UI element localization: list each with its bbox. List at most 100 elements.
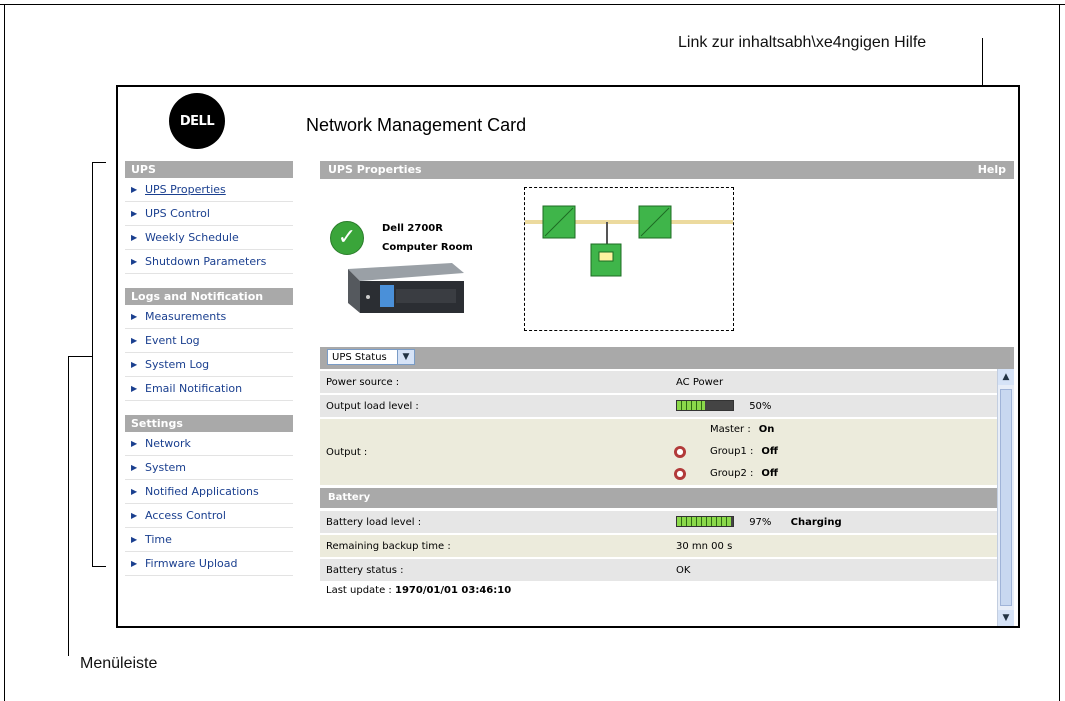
table-row: Output : Master : On ● Group1 : Off ● Grou… <box>320 417 998 486</box>
sidebar-item-label: Access Control <box>145 509 226 522</box>
status-view-select[interactable]: UPS Status ▼ <box>327 349 415 365</box>
triangle-right-icon: ▶ <box>131 535 138 544</box>
triangle-right-icon: ▶ <box>131 257 138 266</box>
sidebar-item-label: UPS Properties <box>145 183 226 196</box>
menu-bracket-vertical <box>92 162 93 567</box>
sidebar-item-measurements[interactable]: ▶ Measurements <box>125 305 293 329</box>
table-row: Remaining backup time : 30 mn 00 s <box>320 533 998 558</box>
sidebar-item-firmware-upload[interactable]: ▶ Firmware Upload <box>125 552 293 576</box>
battery-load-percent: 97% <box>749 516 772 528</box>
row-label: Output load level : <box>320 393 670 418</box>
table-row: Battery status : OK <box>320 557 998 581</box>
frame-top-line <box>0 4 1065 5</box>
scroll-down-icon[interactable]: ▼ <box>998 610 1014 626</box>
sidebar-item-event-log[interactable]: ▶ Event Log <box>125 329 293 353</box>
row-label: Power source : <box>320 369 670 394</box>
triangle-right-icon: ▶ <box>131 185 138 194</box>
triangle-right-icon: ▶ <box>131 233 138 242</box>
row-value: 97% Charging <box>670 509 998 534</box>
row-value: 50% <box>670 393 998 418</box>
sidebar-item-ups-control[interactable]: ▶ UPS Control <box>125 202 293 226</box>
help-link[interactable]: Help <box>978 161 1006 179</box>
sidebar-item-label: Measurements <box>145 310 227 323</box>
sidebar-item-label: Shutdown Parameters <box>145 255 267 268</box>
scrollbar-thumb[interactable] <box>1000 389 1012 606</box>
sidebar-item-ups-properties[interactable]: ▶ UPS Properties <box>125 178 293 202</box>
status-table: Power source : AC Power Output load leve… <box>320 369 998 581</box>
row-label: Battery status : <box>320 557 670 581</box>
triangle-right-icon: ▶ <box>131 487 138 496</box>
app-window: DELL Network Management Card UPS ▶ UPS Pr… <box>116 85 1020 628</box>
output-state: Off <box>761 468 778 479</box>
sidebar-section-settings: Settings <box>125 415 293 432</box>
output-name: Master : <box>710 424 751 435</box>
sidebar-item-label: Network <box>145 437 191 450</box>
properties-title: UPS Properties <box>328 163 422 176</box>
row-label: Battery load level : <box>320 509 670 534</box>
status-ok-check-icon: ✓ <box>330 221 364 255</box>
row-value: 30 mn 00 s <box>670 533 998 558</box>
triangle-right-icon: ▶ <box>131 336 138 345</box>
battery-load-meter <box>676 516 734 528</box>
menu-bracket-top <box>92 162 106 163</box>
last-update: Last update : 1970/01/01 03:46:10 <box>320 581 1014 601</box>
sidebar-item-system[interactable]: ▶ System <box>125 456 293 480</box>
triangle-right-icon: ▶ <box>131 209 138 218</box>
last-update-label: Last update : <box>326 585 392 596</box>
row-value: Master : On ● Group1 : Off ● Group2 : Off <box>670 417 998 486</box>
status-toolbar: UPS Status ▼ <box>320 347 1014 369</box>
sidebar-item-weekly-schedule[interactable]: ▶ Weekly Schedule <box>125 226 293 250</box>
sidebar-item-label: System Log <box>145 358 210 371</box>
frame-left-line <box>4 4 5 701</box>
ups-device-image <box>348 263 464 313</box>
output-name: Group1 : <box>710 446 754 457</box>
sidebar-item-notified-applications[interactable]: ▶ Notified Applications <box>125 480 293 504</box>
last-update-value: 1970/01/01 03:46:10 <box>394 585 512 596</box>
triangle-right-icon: ▶ <box>131 439 138 448</box>
triangle-right-icon: ▶ <box>131 312 138 321</box>
sidebar-item-system-log[interactable]: ▶ System Log <box>125 353 293 377</box>
sidebar-section-logs: Logs and Notification <box>125 288 293 305</box>
status-view-value: UPS Status <box>332 352 387 363</box>
sidebar-item-label: Firmware Upload <box>145 557 238 570</box>
sidebar-section-ups: UPS <box>125 161 293 178</box>
sidebar-item-email-notification[interactable]: ▶ Email Notification <box>125 377 293 401</box>
ups-properties-panel: ✓ Dell 2700R Computer Room <box>320 179 1014 347</box>
menu-callout-horizontal <box>68 356 92 357</box>
output-state: Off <box>761 446 778 457</box>
sidebar-item-label: Weekly Schedule <box>145 231 239 244</box>
battery-charging-status: Charging <box>790 516 842 528</box>
ups-identity: Dell 2700R Computer Room <box>382 219 473 257</box>
table-row: Battery load level : 97% Charging <box>320 509 998 534</box>
row-label: Output : <box>320 417 670 486</box>
sidebar-item-time[interactable]: ▶ Time <box>125 528 293 552</box>
sidebar-item-label: Notified Applications <box>145 485 259 498</box>
output-load-meter <box>676 400 734 412</box>
row-value: AC Power <box>670 369 998 394</box>
sidebar-item-shutdown-parameters[interactable]: ▶ Shutdown Parameters <box>125 250 293 274</box>
page-title: Network Management Card <box>306 115 527 135</box>
sidebar-menu: UPS ▶ UPS Properties ▶ UPS Control ▶ Weekly… <box>125 161 293 576</box>
battery-section-header: Battery <box>320 488 998 508</box>
row-value: OK <box>670 557 998 581</box>
triangle-right-icon: ▶ <box>131 559 138 568</box>
frame-right-line <box>1059 4 1060 701</box>
triangle-right-icon: ▶ <box>131 511 138 520</box>
menu-bracket-bottom <box>92 566 106 567</box>
status-scrollbar[interactable]: ▲ ▼ <box>997 369 1014 626</box>
triangle-right-icon: ▶ <box>131 360 138 369</box>
row-label: Remaining backup time : <box>320 533 670 558</box>
main-content: UPS Properties Help ✓ Dell 2700R Compute… <box>320 161 1014 626</box>
ups-model: Dell 2700R <box>382 223 443 234</box>
chevron-down-icon[interactable]: ▼ <box>397 350 414 364</box>
sidebar-item-network[interactable]: ▶ Network <box>125 432 293 456</box>
outlet-off-icon: ● <box>674 446 686 458</box>
properties-header: UPS Properties Help <box>320 161 1014 179</box>
scroll-up-icon[interactable]: ▲ <box>998 369 1014 385</box>
power-flow-diagram <box>494 187 771 331</box>
sidebar-item-access-control[interactable]: ▶ Access Control <box>125 504 293 528</box>
output-group2: ● Group2 : Off <box>670 463 998 485</box>
output-group1: ● Group1 : Off <box>670 441 998 463</box>
ups-location: Computer Room <box>382 242 473 253</box>
sidebar-item-label: UPS Control <box>145 207 210 220</box>
